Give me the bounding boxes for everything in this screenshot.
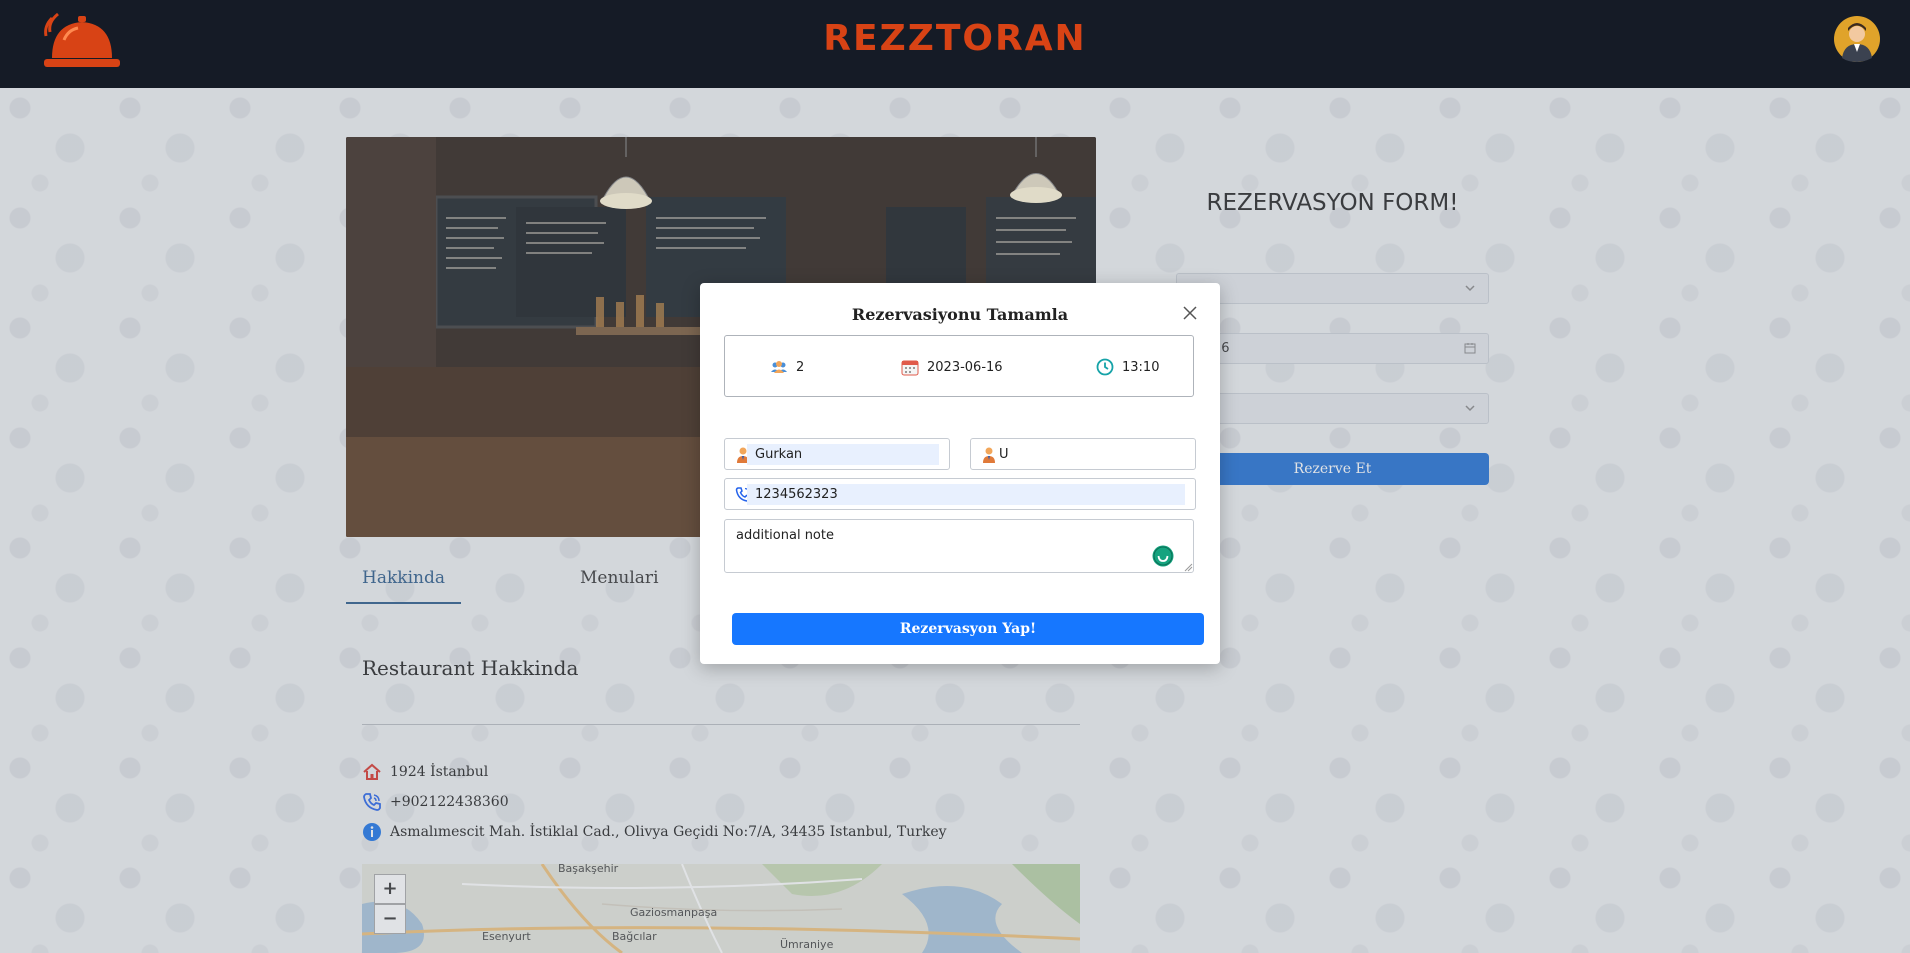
guest-count-value: 2 xyxy=(796,359,805,375)
phone-value: 1234562323 xyxy=(747,484,1185,505)
calendar-icon xyxy=(901,360,919,376)
reservation-summary: 2 2023-06-16 13:10 xyxy=(724,335,1194,397)
group-icon xyxy=(771,361,787,373)
first-name-value: Gurkan xyxy=(747,444,939,465)
date-value: 2023-06-16 xyxy=(927,359,1003,375)
last-name-value: U xyxy=(999,447,1009,462)
last-name-input[interactable]: U xyxy=(970,438,1196,470)
time-summary: 13:10 xyxy=(1096,358,1159,376)
first-name-input[interactable]: Gurkan xyxy=(724,438,950,470)
guest-count-summary: 2 xyxy=(770,358,804,376)
brand-title[interactable]: REZZTORAN xyxy=(0,18,1910,59)
reservation-modal: Rezervasiyonu Tamamla 2 2023-06-16 13:10… xyxy=(700,283,1220,664)
phone-input[interactable]: 1234562323 xyxy=(724,478,1196,510)
modal-title: Rezervasiyonu Tamamla xyxy=(851,305,1069,324)
user-avatar-icon[interactable] xyxy=(1834,16,1880,62)
person-icon xyxy=(983,447,995,463)
resize-handle-icon[interactable] xyxy=(1184,563,1193,572)
close-icon[interactable] xyxy=(1182,305,1198,321)
date-summary: 2023-06-16 xyxy=(901,358,1003,376)
rezervasyon-yap-button[interactable]: Rezervasyon Yap! xyxy=(732,613,1204,645)
grammarly-icon[interactable] xyxy=(1152,545,1174,567)
clock-icon xyxy=(1096,358,1114,376)
additional-note-textarea[interactable]: additional note xyxy=(724,519,1194,573)
time-value: 13:10 xyxy=(1122,359,1160,375)
top-navbar: REZZTORAN xyxy=(0,0,1910,88)
